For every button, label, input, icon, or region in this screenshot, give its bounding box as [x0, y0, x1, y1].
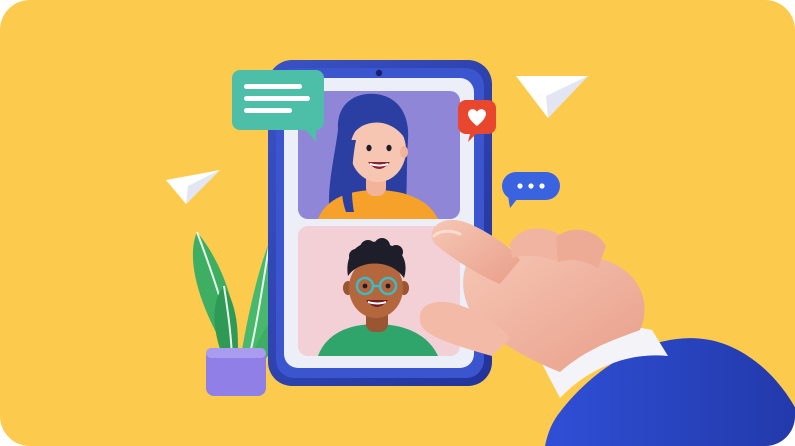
illustration [0, 0, 795, 446]
camera-dot [375, 69, 383, 77]
